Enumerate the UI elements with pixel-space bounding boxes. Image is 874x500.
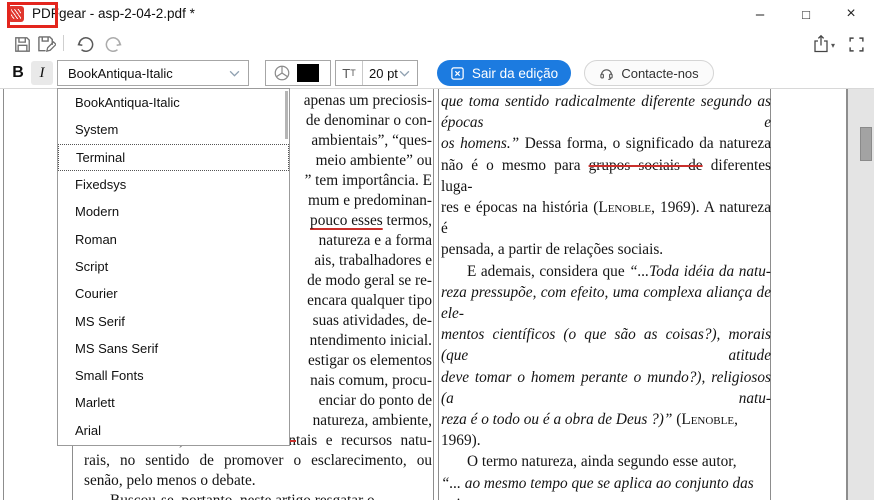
- save-as-icon[interactable]: [35, 33, 57, 55]
- font-dropdown-list: BookAntiqua-Italic System Terminal Fixedsys…: [57, 88, 290, 446]
- text-line: que toma sentido radicalmente diferente …: [441, 93, 775, 132]
- bold-button[interactable]: B: [8, 61, 28, 85]
- format-bar: B I BookAntiqua-Italic TT 20 pt Sair da …: [0, 57, 874, 89]
- exit-edit-button[interactable]: Sair da edição: [437, 60, 571, 86]
- text-line: mentos científicos (o que são as coisas?…: [441, 326, 775, 365]
- window-title: PDFgear - asp-2-04-2.pdf *: [32, 6, 195, 21]
- font-dropdown-item[interactable]: Script: [58, 253, 289, 280]
- share-caret-icon[interactable]: ▾: [831, 41, 835, 50]
- right-text-column[interactable]: que toma sentido radicalmente diferente …: [441, 91, 771, 500]
- text-line: Buscou-se, portanto, neste artigo resgat…: [84, 491, 432, 500]
- share-icon[interactable]: [810, 33, 832, 55]
- text-line: “... ao mesmo tempo que se aplica ao con…: [441, 474, 754, 500]
- font-dropdown-items: BookAntiqua-Italic System Terminal Fixedsys…: [58, 89, 289, 444]
- text-line: reza pressupõe, com efeito, uma complexa…: [441, 283, 775, 323]
- font-dropdown-item[interactable]: Terminal: [58, 143, 289, 171]
- font-dropdown-item[interactable]: Small Fonts: [58, 362, 289, 389]
- italic-button[interactable]: I: [31, 61, 53, 85]
- font-size-value: 20 pt: [369, 65, 398, 81]
- font-dropdown-item[interactable]: MS Sans Serif: [58, 335, 289, 362]
- font-size-icon: TT: [336, 61, 363, 85]
- pdfgear-window: PDFgear - asp-2-04-2.pdf * – □ × ▾ B I B…: [0, 0, 874, 500]
- chevron-down-icon: [229, 70, 240, 77]
- undo-icon[interactable]: [74, 33, 96, 55]
- textbox-border: [3, 89, 4, 500]
- font-dropdown-item[interactable]: Fixedsys: [58, 171, 289, 198]
- maximize-button[interactable]: □: [783, 0, 829, 28]
- redo-icon[interactable]: [102, 33, 124, 55]
- font-dropdown-item[interactable]: BookAntiqua-Italic: [58, 89, 289, 116]
- close-button[interactable]: ×: [828, 0, 874, 28]
- font-dropdown-item[interactable]: Modern: [58, 198, 289, 225]
- font-dropdown-item[interactable]: Roman: [58, 225, 289, 252]
- text-line: deve tomar o homem perante o mundo?), re…: [441, 368, 775, 407]
- text-line: os homens.” Dessa forma, o significado d…: [441, 135, 771, 153]
- contact-us-label: Contacte-nos: [621, 65, 699, 81]
- pdfgear-logo-icon: [8, 6, 24, 22]
- title-bar: PDFgear - asp-2-04-2.pdf * – □ ×: [0, 0, 874, 28]
- x-square-icon: [451, 66, 464, 80]
- minimize-button[interactable]: –: [737, 0, 783, 28]
- font-dropdown-item[interactable]: MS Serif: [58, 307, 289, 334]
- text-line: senão, pelo menos o debate.: [84, 472, 256, 489]
- font-family-select[interactable]: BookAntiqua-Italic: [57, 60, 249, 86]
- text-line: E ademais, considera que “...Toda idéia …: [467, 262, 771, 280]
- text-line: res e épocas na história (Lenoble, 1969)…: [441, 199, 775, 238]
- dropdown-scrollbar-thumb[interactable]: [285, 91, 288, 139]
- text-line: O termo natureza, ainda segundo esse aut…: [467, 453, 737, 471]
- textbox-border: [72, 445, 73, 500]
- text-line: pensada, a partir de relações sociais.: [441, 241, 664, 259]
- textbox-border: [433, 89, 434, 500]
- font-family-value: BookAntiqua-Italic: [68, 65, 173, 81]
- vertical-scrollbar-thumb[interactable]: [860, 127, 872, 161]
- font-dropdown-item[interactable]: System: [58, 116, 289, 143]
- headset-icon: [600, 68, 614, 80]
- text-line: reza é o todo ou é a obra de Deus ?)” (L…: [441, 411, 742, 450]
- color-swatch-black: [297, 64, 319, 82]
- font-dropdown-item[interactable]: Marlett: [58, 389, 289, 416]
- save-icon[interactable]: [11, 33, 33, 55]
- text-line: não é o mesmo para grupos sociais de dif…: [441, 156, 775, 195]
- fullscreen-icon[interactable]: [845, 33, 867, 55]
- color-wheel-icon: [274, 65, 290, 81]
- toolbar-separator: [63, 35, 64, 51]
- text-line: rais, no sentido de promover o esclareci…: [84, 452, 432, 469]
- contact-us-button[interactable]: Contacte-nos: [584, 60, 714, 86]
- quick-toolbar: ▾: [0, 28, 874, 57]
- exit-edit-label: Sair da edição: [471, 65, 559, 81]
- font-dropdown-item[interactable]: Arial: [58, 417, 289, 444]
- textbox-border: [438, 89, 439, 500]
- font-dropdown-item[interactable]: Courier: [58, 280, 289, 307]
- font-size-select[interactable]: TT 20 pt: [335, 60, 418, 86]
- font-color-control[interactable]: [265, 60, 331, 86]
- chevron-down-icon: [399, 70, 410, 77]
